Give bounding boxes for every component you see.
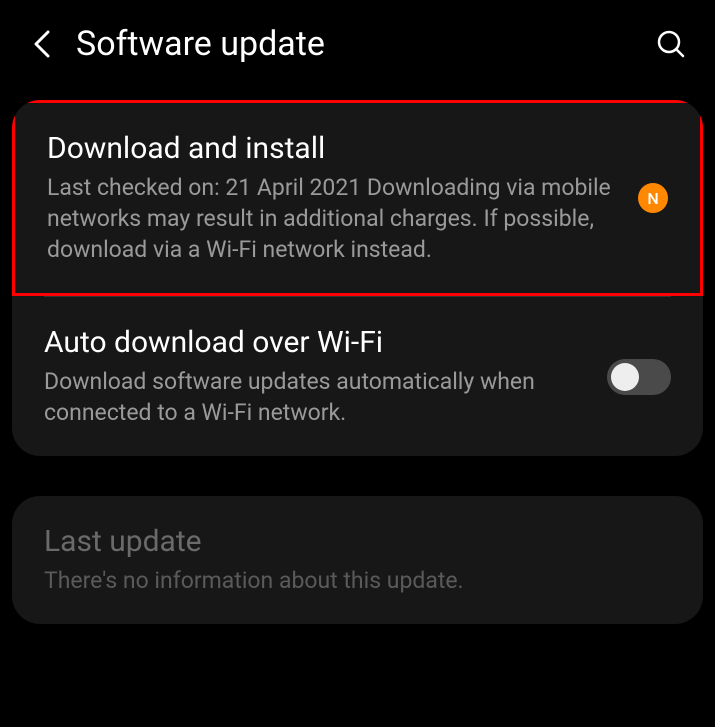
back-icon[interactable] [28, 30, 56, 58]
auto-download-toggle[interactable] [607, 359, 671, 395]
last-update-section: Last update There's no information about… [12, 496, 703, 624]
item-subtitle: There's no information about this update… [44, 565, 671, 596]
item-subtitle: Download software updates automatically … [44, 366, 587, 428]
page-title: Software update [76, 24, 635, 64]
auto-download-item[interactable]: Auto download over Wi-Fi Download softwa… [12, 297, 703, 456]
item-content: Download and install Last checked on: 21… [47, 131, 618, 265]
item-content: Last update There's no information about… [44, 524, 671, 596]
last-update-item[interactable]: Last update There's no information about… [12, 496, 703, 624]
settings-section: Download and install Last checked on: 21… [12, 100, 703, 456]
toggle-thumb [611, 363, 639, 391]
item-title: Download and install [47, 131, 618, 166]
item-subtitle: Last checked on: 21 April 2021 Downloadi… [47, 172, 618, 265]
search-icon[interactable] [655, 28, 687, 60]
item-title: Auto download over Wi-Fi [44, 325, 587, 360]
notification-badge: N [638, 183, 668, 213]
download-install-item[interactable]: Download and install Last checked on: 21… [12, 100, 703, 296]
header: Software update [0, 0, 715, 88]
item-title: Last update [44, 524, 671, 559]
item-content: Auto download over Wi-Fi Download softwa… [44, 325, 587, 428]
